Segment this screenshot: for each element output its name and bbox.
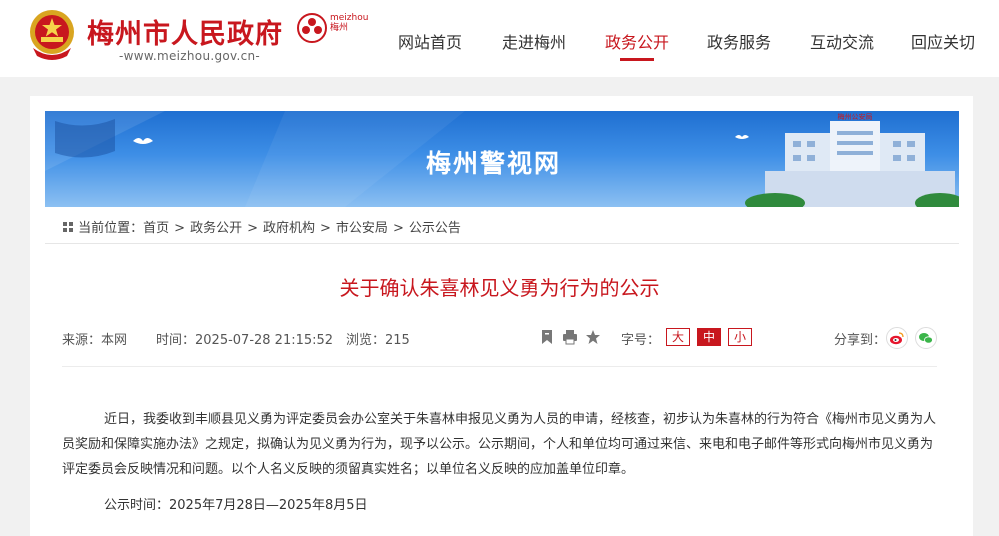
article-body: 近日，我委收到丰顺县见义勇为评定委员会办公室关于朱喜林申报见义勇为人员的申请，经… — [62, 407, 937, 482]
article-time: 时间：2025-07-28 21:15:52 — [156, 333, 334, 348]
city-logo-text: meizhou 梅州 — [330, 13, 368, 33]
breadcrumb-item-gov-orgs[interactable]: 政府机构 — [263, 221, 315, 236]
breadcrumb-prefix: 当前位置： — [78, 221, 144, 236]
site-title[interactable]: 梅州市人民政府 — [87, 12, 283, 51]
font-size-large-button[interactable]: 大 — [666, 328, 690, 346]
bookmark-icon[interactable] — [539, 329, 555, 345]
font-size-medium-button[interactable]: 中 — [697, 328, 721, 346]
dove-icon — [133, 138, 153, 144]
star-icon[interactable] — [585, 329, 601, 345]
nav-item-response[interactable]: 回应关切 — [911, 29, 975, 53]
police-banner: 梅州公安局 梅州警视网 — [45, 111, 959, 207]
font-size-small-button[interactable]: 小 — [728, 328, 752, 346]
breadcrumb-separator: > — [247, 221, 258, 236]
article-title: 关于确认朱喜林见义勇为行为的公示 — [339, 276, 660, 300]
share-label: 分享到： — [834, 333, 887, 348]
wechat-icon — [919, 333, 933, 344]
top-header: 梅州市人民政府 -www.meizhou.gov.cn- meizhou 梅州 … — [0, 0, 999, 77]
city-logo-text-cn: 梅州 — [330, 23, 349, 33]
breadcrumb-item-announcements[interactable]: 公示公告 — [409, 221, 461, 236]
meizhou-logo-icon — [297, 13, 327, 43]
breadcrumb-item-public-security[interactable]: 市公安局 — [336, 221, 388, 236]
breadcrumb-item-home[interactable]: 首页 — [143, 221, 169, 236]
nav-item-gov-services[interactable]: 政务服务 — [707, 29, 771, 53]
breadcrumb-separator: > — [174, 221, 186, 236]
breadcrumb-item-gov-open[interactable]: 政务公开 — [190, 221, 242, 236]
building-sign: 梅州公安局 — [838, 112, 873, 121]
city-logo-text-en: meizhou — [330, 13, 369, 23]
article-views: 浏览：215 — [346, 333, 410, 348]
breadcrumb-divider — [45, 243, 959, 244]
banner-title: 梅州警视网 — [426, 149, 562, 178]
article-paragraph: 近日，我委收到丰顺县见义勇为评定委员会办公室关于朱喜林申报见义勇为人员的申请，经… — [62, 412, 937, 477]
breadcrumb-separator: > — [320, 221, 331, 236]
publication-period: 公示时间：2025年7月28日—2025年8月5日 — [104, 498, 368, 513]
nav-active-indicator — [620, 58, 654, 61]
national-emblem-icon — [30, 10, 74, 60]
weibo-icon — [890, 332, 904, 345]
wechat-share-button[interactable] — [915, 327, 937, 349]
nav-item-gov-affairs-open[interactable]: 政务公开 — [605, 29, 669, 53]
article-source: 来源：本网 — [62, 333, 128, 348]
print-icon[interactable] — [562, 329, 578, 345]
font-size-label: 字号： — [621, 333, 661, 348]
nav-item-about-meizhou[interactable]: 走进梅州 — [502, 29, 566, 53]
site-url: -www.meizhou.gov.cn- — [119, 49, 261, 63]
nav-item-interaction[interactable]: 互动交流 — [810, 29, 874, 53]
dove-icon — [735, 135, 749, 139]
breadcrumb-separator: > — [392, 221, 404, 236]
weibo-share-button[interactable] — [886, 327, 908, 349]
breadcrumb: 当前位置：首页 > 政务公开 > 政府机构 > 市公安局 > 公示公告 — [62, 217, 461, 236]
meta-divider — [62, 366, 937, 367]
nav-item-home[interactable]: 网站首页 — [398, 29, 462, 53]
home-icon — [63, 222, 73, 232]
